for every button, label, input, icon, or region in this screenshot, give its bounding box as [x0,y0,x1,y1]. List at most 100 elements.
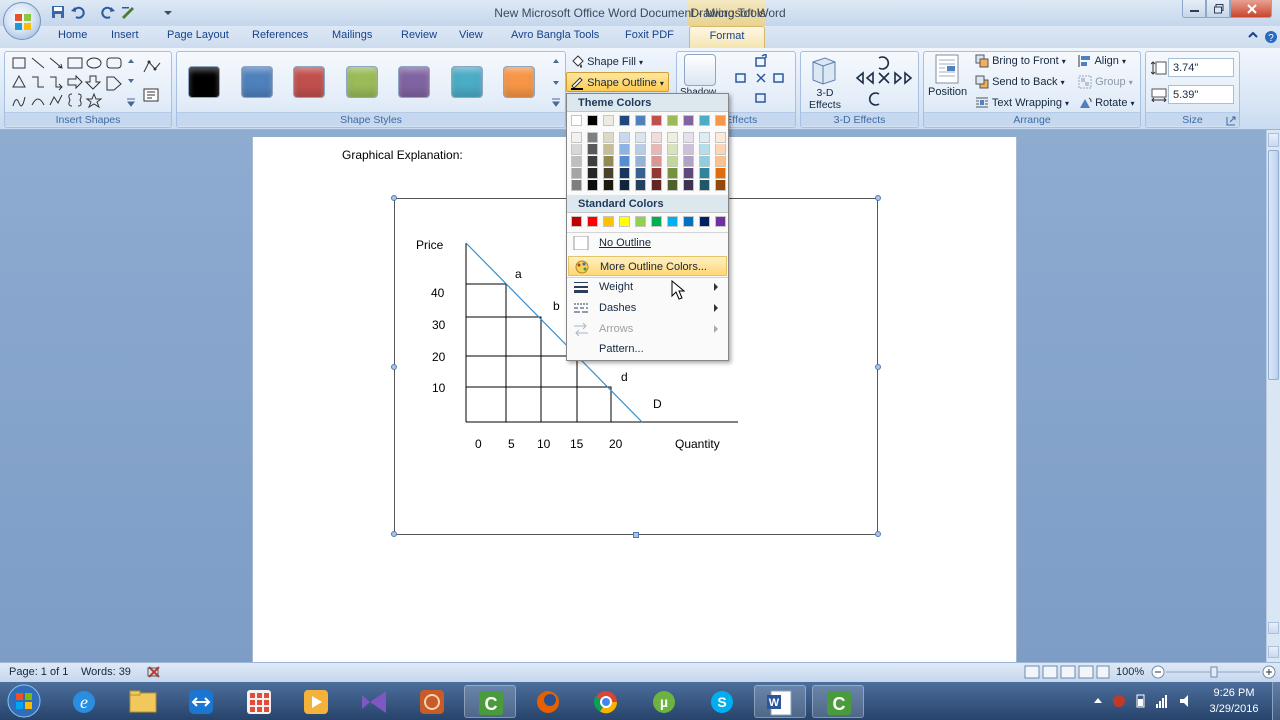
shape-fill-button[interactable]: Shape Fill ▾ [570,55,643,69]
standard-color-cell[interactable] [587,216,598,227]
taskbar-apps[interactable] [233,685,285,718]
theme-shade-cell[interactable] [587,168,598,179]
theme-shade-cell[interactable] [667,180,678,191]
theme-shade-cell[interactable] [667,132,678,143]
theme-shade-cell[interactable] [715,168,726,179]
theme-color-cell[interactable] [635,115,646,126]
theme-shade-cell[interactable] [635,144,646,155]
theme-color-cell[interactable] [667,115,678,126]
standard-color-cell[interactable] [603,216,614,227]
taskbar-utorrent[interactable]: µ [638,685,690,718]
shape-outline-button[interactable]: Shape Outline ▾ [566,72,669,92]
theme-color-cell[interactable] [651,115,662,126]
taskbar-camtasia[interactable]: C [464,685,516,718]
theme-shade-cell[interactable] [619,168,630,179]
word-count[interactable]: Words: 39 [81,666,131,678]
pattern-item[interactable]: Pattern... [568,339,727,359]
theme-color-cell[interactable] [619,115,630,126]
theme-shade-cell[interactable] [619,156,630,167]
zoom-slider[interactable] [1150,664,1278,680]
theme-shade-cell[interactable] [587,180,598,191]
shape-style-swatch[interactable] [345,66,378,98]
theme-shade-cell[interactable] [603,156,614,167]
standard-color-cell[interactable] [699,216,710,227]
theme-shade-cell[interactable] [667,168,678,179]
taskbar-camtasia-recorder[interactable]: C [812,685,864,718]
view-buttons[interactable] [1024,665,1110,679]
theme-shade-cell[interactable] [715,144,726,155]
minimize-button[interactable] [1182,0,1206,18]
tab-format[interactable]: Format [689,26,765,48]
theme-shade-cell[interactable] [651,156,662,167]
theme-shade-cell[interactable] [571,156,582,167]
theme-shade-cell[interactable] [619,180,630,191]
more-outline-colors-item[interactable]: More Outline Colors... [568,256,727,276]
system-tray-icons[interactable] [1090,692,1200,710]
close-button[interactable] [1230,0,1272,18]
next-page-button[interactable] [1268,646,1279,658]
shapes-gallery[interactable] [10,55,140,111]
standard-color-cell[interactable] [619,216,630,227]
edit-shape-icon[interactable] [143,60,161,74]
clock-time[interactable]: 9:26 PM [1198,687,1270,699]
tab-home[interactable]: Home [58,29,87,45]
clock-date[interactable]: 3/29/2016 [1198,703,1270,715]
theme-shade-cell[interactable] [603,144,614,155]
theme-shade-cell[interactable] [603,180,614,191]
theme-shade-cell[interactable] [683,168,694,179]
theme-shade-cell[interactable] [619,144,630,155]
standard-color-cell[interactable] [683,216,694,227]
theme-shade-cell[interactable] [571,144,582,155]
tab-view[interactable]: View [459,29,483,45]
group-button[interactable]: Group ▾ [1078,75,1133,89]
zoom-level[interactable]: 100% [1116,666,1144,678]
theme-shade-cell[interactable] [651,144,662,155]
scroll-up-button[interactable] [1268,133,1279,147]
show-desktop-button[interactable] [1272,682,1280,720]
theme-shade-cell[interactable] [699,168,710,179]
taskbar-file-explorer[interactable] [117,685,169,718]
three-d-tilt-icon[interactable] [855,54,915,112]
theme-shade-cell[interactable] [699,144,710,155]
theme-shade-cell[interactable] [571,132,582,143]
tab-insert[interactable]: Insert [111,29,139,45]
theme-color-cell[interactable] [699,115,710,126]
proofing-icon[interactable] [147,665,161,679]
standard-color-cell[interactable] [651,216,662,227]
theme-shade-cell[interactable] [699,180,710,191]
theme-shade-cell[interactable] [619,132,630,143]
theme-shade-cell[interactable] [683,132,694,143]
shapes-gallery-scroll-icon[interactable] [125,55,137,111]
text-wrapping-button[interactable]: Text Wrapping ▾ [975,96,1069,110]
ribbon-minimize-icon[interactable] [1248,30,1258,40]
size-dialog-launcher-icon[interactable] [1226,116,1236,126]
theme-shade-cell[interactable] [571,180,582,191]
theme-shade-cell[interactable] [683,144,694,155]
theme-shade-cell[interactable] [683,156,694,167]
theme-shade-cell[interactable] [715,156,726,167]
bring-to-front-button[interactable]: Bring to Front ▾ [975,54,1066,68]
theme-color-cell[interactable] [683,115,694,126]
standard-color-cell[interactable] [571,216,582,227]
three-d-effects-button[interactable]: 3-D Effects [805,87,845,111]
theme-shade-cell[interactable] [651,132,662,143]
theme-color-cell[interactable] [571,115,582,126]
theme-shade-cell[interactable] [699,156,710,167]
tab-review[interactable]: Review [401,29,437,45]
tab-mailings[interactable]: Mailings [332,29,372,45]
theme-shade-cell[interactable] [651,180,662,191]
theme-shade-cell[interactable] [699,132,710,143]
restore-button[interactable] [1206,0,1230,18]
theme-shade-cell[interactable] [715,180,726,191]
taskbar-word[interactable]: W [754,685,806,718]
theme-shade-cell[interactable] [635,156,646,167]
dashes-item[interactable]: Dashes [568,298,727,318]
theme-shade-cell[interactable] [603,168,614,179]
theme-shade-cell[interactable] [587,156,598,167]
shape-style-swatch[interactable] [398,66,430,98]
standard-color-cell[interactable] [635,216,646,227]
theme-shade-cell[interactable] [683,180,694,191]
three-d-cube-icon[interactable] [809,54,839,86]
position-icon[interactable] [934,54,962,84]
scroll-thumb[interactable] [1268,150,1279,380]
